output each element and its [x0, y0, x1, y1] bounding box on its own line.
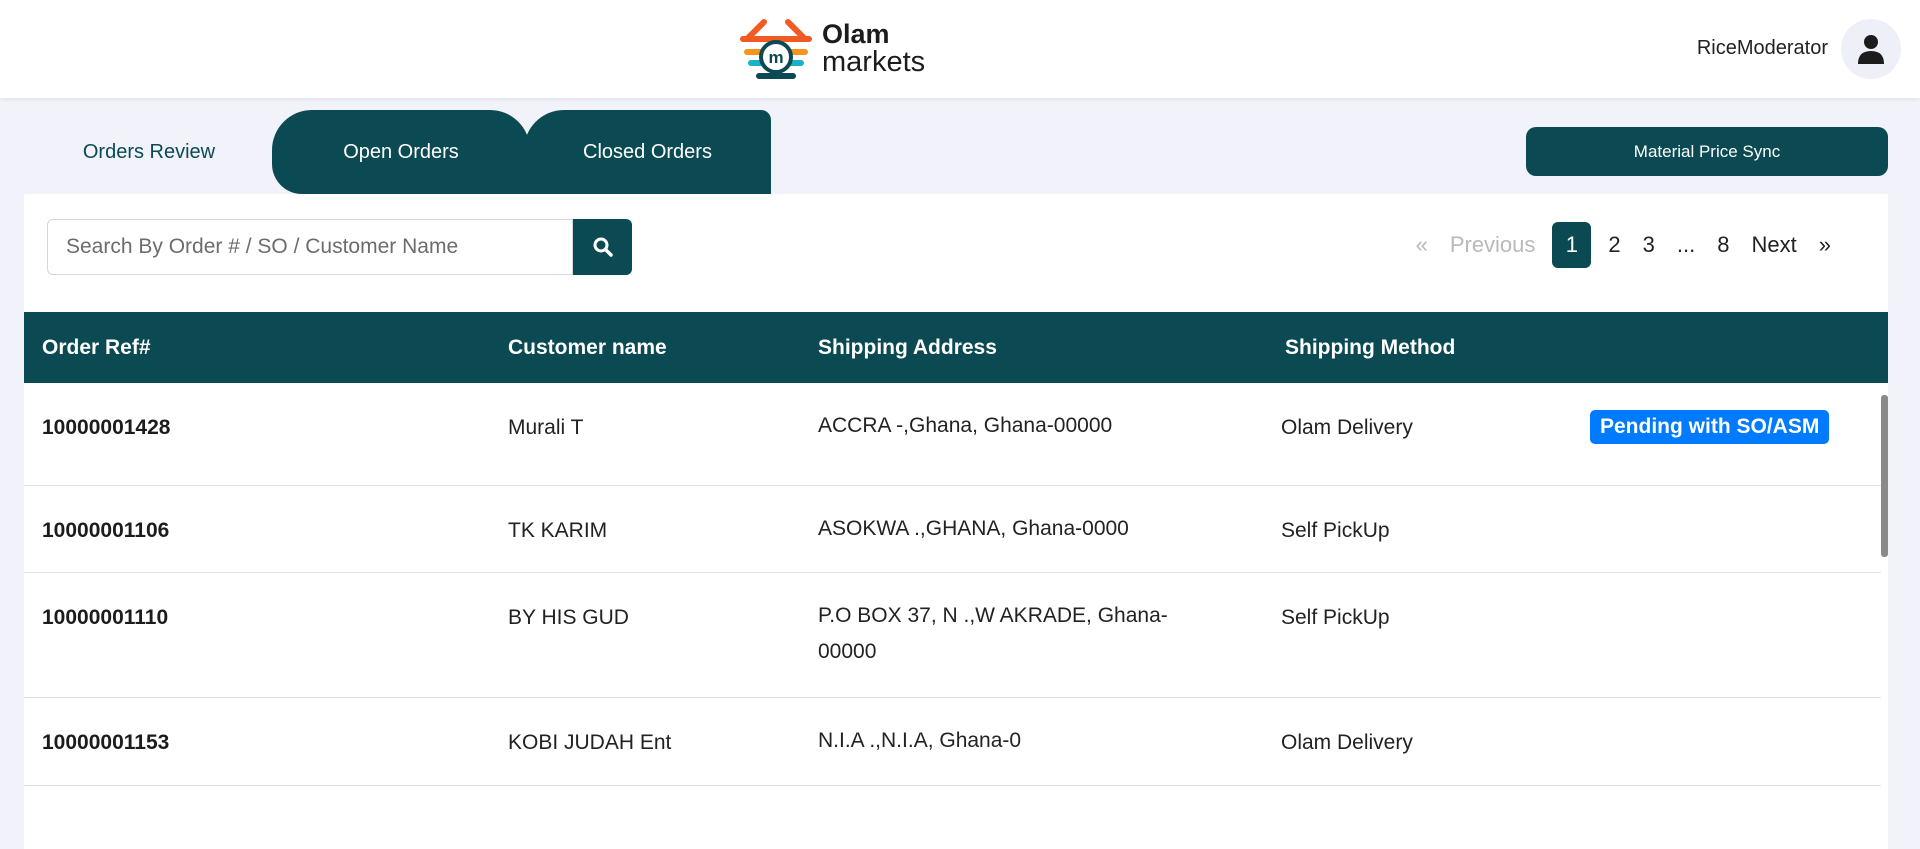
- shipping-method: Self PickUp: [1281, 519, 1390, 542]
- shipping-method: Olam Delivery: [1281, 731, 1413, 754]
- orders-panel: « Previous 1 2 3 ... 8 Next » Order Ref#…: [24, 194, 1888, 849]
- logo-olam-text: Olam: [822, 19, 890, 49]
- table-header: Order Ref# Customer name Shipping Addres…: [24, 312, 1888, 383]
- search-button[interactable]: [573, 219, 632, 275]
- page-ellipsis: ...: [1676, 232, 1696, 257]
- page-8-button[interactable]: 8: [1717, 232, 1729, 258]
- shipping-address: P.O BOX 37, N .,W AKRADE, Ghana-00000: [818, 604, 1168, 663]
- olam-markets-logo[interactable]: m Olam markets: [740, 16, 925, 82]
- shipping-method: Self PickUp: [1281, 606, 1390, 629]
- order-ref[interactable]: 10000001110: [42, 606, 168, 630]
- svg-text:m: m: [768, 48, 783, 67]
- pagination: « Previous 1 2 3 ... 8 Next »: [1405, 222, 1842, 268]
- table-row[interactable]: 10000001153 KOBI JUDAH Ent N.I.A .,N.I.A…: [24, 698, 1881, 786]
- search-icon: [593, 237, 613, 257]
- basket-logo-icon: m: [740, 19, 812, 79]
- customer-name: Murali T: [508, 416, 584, 439]
- status-badge: Pending with SO/ASM: [1590, 410, 1830, 444]
- customer-name: KOBI JUDAH Ent: [508, 731, 672, 754]
- column-order-ref: Order Ref#: [42, 336, 151, 359]
- next-page-button[interactable]: Next: [1752, 232, 1797, 258]
- table-row[interactable]: 10000001110 BY HIS GUD P.O BOX 37, N .,W…: [24, 573, 1881, 698]
- tab-orders-review[interactable]: Orders Review: [24, 110, 274, 194]
- logo-markets-text: markets: [822, 46, 926, 78]
- table-row[interactable]: 10000001428 Murali T ACCRA -,Ghana, Ghan…: [24, 383, 1881, 486]
- material-price-sync-button[interactable]: Material Price Sync: [1526, 127, 1888, 176]
- user-icon: [1858, 35, 1884, 64]
- next-icon[interactable]: »: [1819, 232, 1831, 258]
- page-2-button[interactable]: 2: [1608, 232, 1620, 258]
- previous-icon[interactable]: «: [1416, 232, 1428, 258]
- previous-page-button[interactable]: Previous: [1450, 232, 1536, 258]
- page-3-button[interactable]: 3: [1643, 232, 1655, 258]
- shipping-address: ASOKWA .,GHANA, Ghana-0000: [818, 517, 1129, 540]
- order-ref[interactable]: 10000001428: [42, 416, 170, 440]
- tab-open-orders[interactable]: Open Orders: [272, 110, 530, 194]
- search-input[interactable]: [47, 219, 573, 275]
- table-scrollbar[interactable]: [1881, 395, 1888, 557]
- table-row[interactable]: 10000001106 TK KARIM ASOKWA .,GHANA, Gha…: [24, 486, 1881, 573]
- order-ref[interactable]: 10000001153: [42, 731, 169, 755]
- order-ref[interactable]: 10000001106: [42, 519, 169, 543]
- customer-name: TK KARIM: [508, 519, 608, 542]
- top-header: m Olam markets RiceModerator: [0, 0, 1920, 98]
- username[interactable]: RiceModerator: [1697, 37, 1828, 60]
- user-avatar[interactable]: [1841, 19, 1901, 79]
- tab-closed-orders[interactable]: Closed Orders: [524, 110, 771, 194]
- shipping-address: ACCRA -,Ghana, Ghana-00000: [818, 414, 1113, 437]
- customer-name: BY HIS GUD: [508, 606, 629, 629]
- column-shipping-method: Shipping Method: [1285, 336, 1456, 359]
- shipping-method: Olam Delivery: [1281, 416, 1413, 439]
- page-1-button[interactable]: 1: [1552, 222, 1592, 268]
- column-shipping-address: Shipping Address: [818, 336, 997, 359]
- shipping-address: N.I.A .,N.I.A, Ghana-0: [818, 729, 1022, 752]
- column-customer-name: Customer name: [508, 336, 667, 359]
